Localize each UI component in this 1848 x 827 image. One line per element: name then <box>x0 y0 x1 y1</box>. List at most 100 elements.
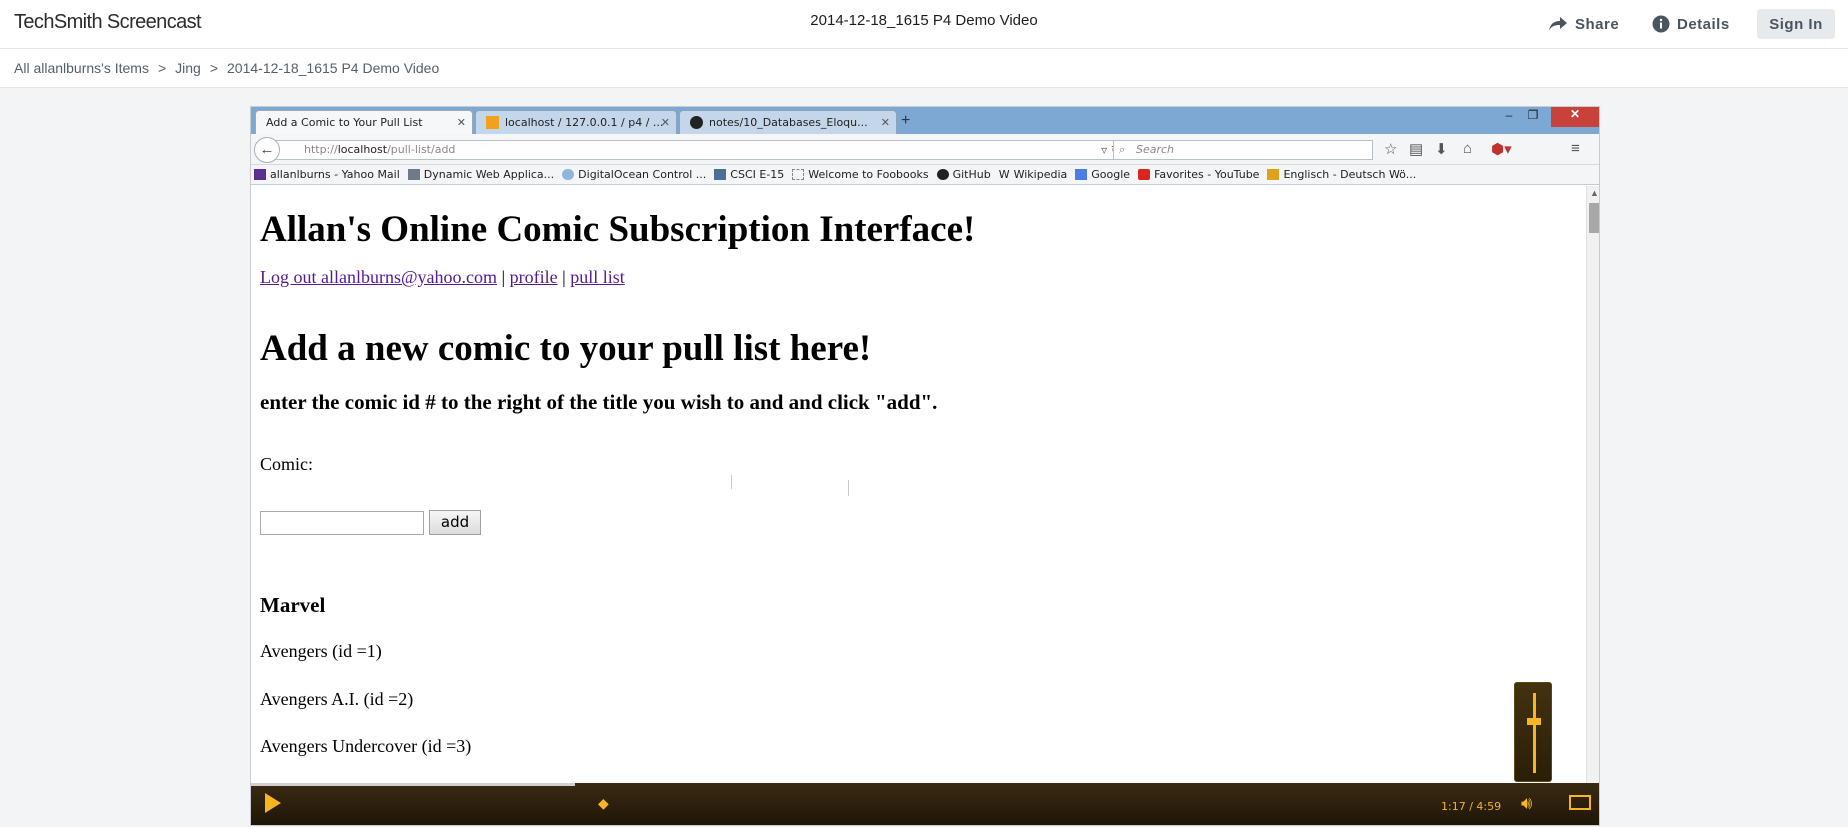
site-heading: Allan's Online Comic Subscription Interf… <box>260 209 976 250</box>
profile-link: profile <box>509 267 558 287</box>
link-separator: | <box>562 267 566 287</box>
bookmark-google: Google <box>1075 168 1130 181</box>
details-label: Details <box>1677 15 1730 33</box>
bookmark-label: CSCI E-15 <box>730 168 785 181</box>
page-icon <box>407 169 420 180</box>
video-artifact <box>848 480 849 496</box>
volume-icon[interactable]: 🔊︎ <box>1521 793 1532 814</box>
add-button: add <box>429 510 481 535</box>
browser-search-box: ⌕ Search <box>1113 140 1373 160</box>
breadcrumb-separator: > <box>209 60 219 76</box>
sign-in-button[interactable]: Sign In <box>1757 9 1835 39</box>
top-bar: TechSmith Screencast 2014-12-18_1615 P4 … <box>0 0 1848 49</box>
browser-tab-strip: Add a Comic to Your Pull List ✕ localhos… <box>251 107 1599 134</box>
new-tab-icon: + <box>901 112 911 129</box>
volume-slider[interactable] <box>1514 682 1552 782</box>
volume-track <box>1533 693 1536 773</box>
github-icon <box>936 169 949 180</box>
share-label: Share <box>1575 15 1620 33</box>
captured-web-page: Allan's Online Comic Subscription Interf… <box>251 186 1586 786</box>
leo-dictionary-icon <box>1267 169 1280 180</box>
bookmark-label: Dynamic Web Applica... <box>423 168 555 181</box>
bookmark-dynamic-web: Dynamic Web Applica... <box>407 168 555 181</box>
bookmark-label: GitHub <box>952 168 991 181</box>
publisher-heading: Marvel <box>260 593 326 617</box>
bookmark-label: Englisch - Deutsch Wö... <box>1283 168 1417 181</box>
pull-list-link: pull list <box>570 267 625 287</box>
url-bar: http://localhost/pull-list/add ▿ ↻ <box>273 140 1128 160</box>
bookmark-label: Welcome to Foobooks <box>808 168 929 181</box>
phpmyadmin-icon <box>486 116 499 129</box>
breadcrumb-current-video[interactable]: 2014-12-18_1615 P4 Demo Video <box>227 60 439 76</box>
comic-list-item: Avengers A.I. (id =2) <box>260 689 414 709</box>
csci-icon <box>714 169 727 180</box>
scrollbar-thumb <box>1589 203 1599 233</box>
bookmark-wikipedia: W Wikipedia <box>999 168 1068 181</box>
close-icon: ✕ <box>880 116 890 129</box>
bookmarks-bar: allanlburns - Yahoo Mail Dynamic Web App… <box>251 165 1599 185</box>
comic-list-item: Avengers (id =1) <box>260 641 382 661</box>
bookmark-label: allanlburns - Yahoo Mail <box>270 168 400 181</box>
close-icon: ✕ <box>660 116 670 129</box>
play-icon[interactable] <box>265 793 281 813</box>
download-icon: ⬇ <box>1435 141 1448 158</box>
progress-bar-buffered[interactable] <box>251 783 575 786</box>
minimize-icon: ‒ <box>1505 108 1513 122</box>
logout-link: Log out allanlburns@yahoo.com <box>260 267 498 287</box>
scrubber-handle[interactable]: ◆ <box>598 795 609 812</box>
bookmark-label: Favorites - YouTube <box>1154 168 1260 181</box>
window-close-icon: ✕ <box>1551 107 1599 127</box>
url-path: /pull-list/add <box>387 143 456 156</box>
page-scrollbar: ▲ <box>1586 186 1599 786</box>
blank-page-icon <box>792 169 805 180</box>
share-icon <box>1549 17 1567 31</box>
link-separator: | <box>501 267 506 287</box>
account-links: Log out allanlburns@yahoo.com | profile … <box>260 267 625 288</box>
tab-label: Add a Comic to Your Pull List <box>266 116 423 129</box>
bookmark-label: Google <box>1091 168 1131 181</box>
bookmark-digitalocean: DigitalOcean Control ... <box>562 168 706 181</box>
player-control-bar <box>251 783 1599 825</box>
video-artifact <box>731 475 732 489</box>
comic-list-item: Avengers Undercover (id =3) <box>260 736 472 756</box>
breadcrumb-jing[interactable]: Jing <box>175 60 201 76</box>
tab-label: localhost / 127.0.0.1 / p4 / ... <box>505 116 664 129</box>
browser-tab-add-comic: Add a Comic to Your Pull List ✕ <box>255 110 473 134</box>
bookmark-github: GitHub <box>936 168 991 181</box>
share-button[interactable]: Share <box>1548 9 1619 39</box>
volume-knob[interactable] <box>1527 718 1541 725</box>
comic-id-input <box>260 511 424 535</box>
reading-list-icon: ▤ <box>1409 141 1424 158</box>
bookmark-yahoo-mail: allanlburns - Yahoo Mail <box>254 168 400 181</box>
home-icon: ⌂ <box>1463 140 1473 157</box>
breadcrumb-separator: > <box>157 60 167 76</box>
wikipedia-icon: W <box>998 168 1010 181</box>
time-readout: 1:17 / 4:59 <box>1441 800 1502 813</box>
url-host: localhost <box>337 143 388 156</box>
search-placeholder: Search <box>1136 143 1175 156</box>
add-comic-heading: Add a new comic to your pull list here! <box>260 328 872 369</box>
bookmark-leo: Englisch - Deutsch Wö... <box>1267 168 1416 181</box>
github-icon <box>690 116 703 129</box>
breadcrumb-all-items[interactable]: All allanlburns's Items <box>14 60 149 76</box>
breadcrumb: All allanlburns's Items > Jing > 2014-12… <box>0 49 1848 88</box>
google-icon <box>1075 169 1088 180</box>
comic-label: Comic: <box>260 454 313 474</box>
details-button[interactable]: Details <box>1652 9 1730 39</box>
back-arrow-icon: ← <box>254 137 280 163</box>
close-icon: ✕ <box>456 116 466 129</box>
yahoo-mail-icon <box>254 169 266 180</box>
bookmark-youtube: Favorites - YouTube <box>1138 168 1259 181</box>
video-player[interactable]: Add a Comic to Your Pull List ✕ localhos… <box>250 106 1600 826</box>
fullscreen-icon[interactable] <box>1569 795 1591 810</box>
browser-tab-localhost: localhost / 127.0.0.1 / p4 / ... ✕ <box>475 110 677 134</box>
restore-icon: ❐ <box>1527 108 1539 122</box>
scroll-up-arrow-icon: ▲ <box>1590 188 1599 198</box>
browser-tab-notes: notes/10_Databases_Eloqu... ✕ <box>679 110 897 134</box>
url-prefix: http:// <box>304 143 338 156</box>
adblock-icon: ⬢▾ <box>1491 141 1512 158</box>
bookmark-label: Wikipedia <box>1013 168 1068 181</box>
menu-icon: ≡ <box>1571 140 1580 157</box>
tab-label: notes/10_Databases_Eloqu... <box>709 116 868 129</box>
bookmark-csci: CSCI E-15 <box>714 168 784 181</box>
